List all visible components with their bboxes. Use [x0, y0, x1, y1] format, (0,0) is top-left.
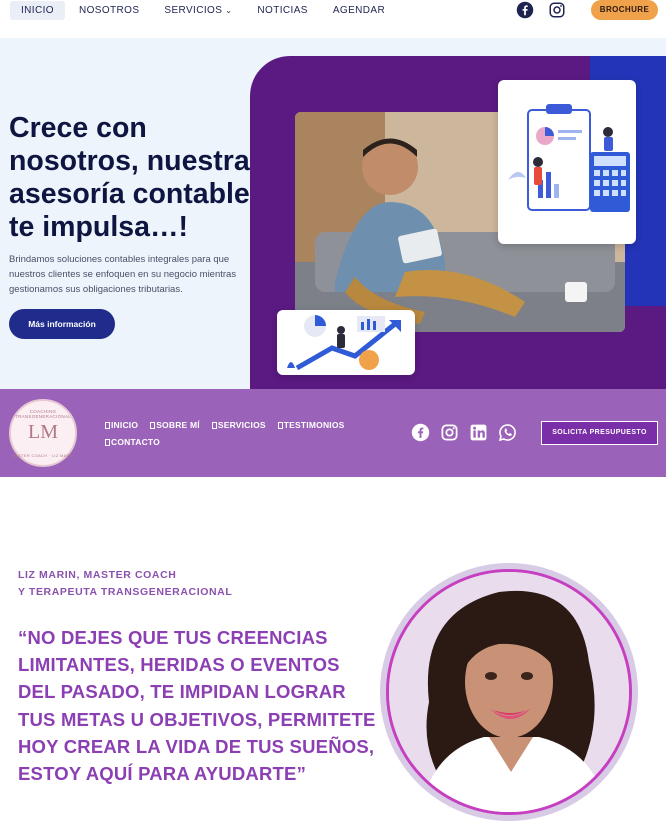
facebook-icon[interactable]: [516, 1, 534, 19]
main-menu: INICIO NOSOTROS SERVICIOS ⌄ NOTICIAS AGEN…: [10, 1, 399, 20]
nav-item-servicios-label: SERVICIOS: [164, 5, 223, 16]
facebook-icon[interactable]: [411, 423, 430, 442]
hero-description: Brindamos soluciones contables integrale…: [9, 254, 237, 295]
coach-eyebrow-line2: Y TERAPEUTA TRANSGENERACIONAL: [18, 586, 233, 598]
coach-nav-testimonios[interactable]: TESTIMONIOS: [277, 420, 345, 430]
more-info-button[interactable]: Más información: [9, 309, 115, 339]
coach-eyebrow-line1: LIZ MARIN, MASTER COACH: [18, 569, 177, 581]
logo-ring-top-text: COACHING TRANSGENERACIONAL: [14, 409, 72, 419]
nav-item-servicios[interactable]: SERVICIOS ⌄: [153, 1, 243, 20]
menu-bullet-icon: [150, 422, 156, 429]
hero-section: Crece con nosotros, nuestra asesoría con…: [0, 38, 666, 389]
menu-bullet-icon: [105, 422, 110, 429]
brochure-button[interactable]: BROCHURE: [591, 0, 658, 20]
coach-nav-sobre-mi-label: SOBRE MÍ: [156, 420, 200, 430]
coach-nav-sobre-mi[interactable]: SOBRE MÍ: [150, 420, 200, 430]
coach-social-links: [411, 423, 517, 442]
coach-quote: “NO DEJES QUE TUS CREENCIAS LIMITANTES, …: [18, 627, 376, 785]
logo-initials: LM: [28, 421, 58, 443]
whatsapp-icon[interactable]: [498, 423, 517, 442]
hero-title: Crece con nosotros, nuestra asesoría con…: [9, 112, 250, 243]
chevron-down-icon: ⌄: [225, 6, 233, 15]
coach-nav-inicio[interactable]: INICIO: [105, 420, 138, 430]
nav-item-noticias[interactable]: NOTICIAS: [246, 1, 318, 20]
menu-bullet-icon: [277, 422, 283, 429]
menu-bullet-icon: [211, 422, 217, 429]
coach-nav-contacto-label: CONTACTO: [111, 437, 160, 447]
menu-bullet-icon: [105, 439, 110, 446]
coach-menu: INICIO SOBRE MÍ SERVICIOS TESTIMONIOS CO…: [105, 420, 385, 447]
nav-item-inicio[interactable]: INICIO: [10, 1, 65, 20]
coach-header-band: COACHING TRANSGENERACIONAL LM MASTER COA…: [0, 389, 666, 477]
coach-nav-servicios-label: SERVICIOS: [217, 420, 266, 430]
nav-item-agendar[interactable]: AGENDAR: [322, 1, 396, 20]
coach-nav-inicio-label: INICIO: [111, 420, 139, 430]
accounting-illustration-card: [498, 80, 636, 244]
top-navigation: INICIO NOSOTROS SERVICIOS ⌄ NOTICIAS AGEN…: [0, 0, 666, 36]
coach-nav-servicios[interactable]: SERVICIOS: [211, 420, 266, 430]
instagram-icon[interactable]: [440, 423, 459, 442]
request-quote-button[interactable]: SOLICITA PRESUPUESTO: [541, 421, 658, 445]
linkedin-icon[interactable]: [469, 423, 488, 442]
coach-nav-contacto[interactable]: CONTACTO: [105, 437, 160, 447]
coach-intro-section: LIZ MARIN, MASTER COACH Y TERAPEUTA TRAN…: [0, 478, 666, 821]
top-social-links: [516, 1, 566, 19]
coach-nav-testimonios-label: TESTIMONIOS: [283, 420, 345, 430]
logo-ring-bottom-text: MASTER COACH · LIZ MARIN: [11, 453, 75, 458]
instagram-icon[interactable]: [548, 1, 566, 19]
nav-item-nosotros[interactable]: NOSOTROS: [68, 1, 150, 20]
coach-eyebrow: LIZ MARIN, MASTER COACH Y TERAPEUTA TRAN…: [18, 567, 232, 601]
coach-portrait: [386, 569, 632, 815]
lm-logo[interactable]: COACHING TRANSGENERACIONAL LM MASTER COA…: [9, 399, 77, 467]
growth-illustration-card: [277, 310, 415, 375]
